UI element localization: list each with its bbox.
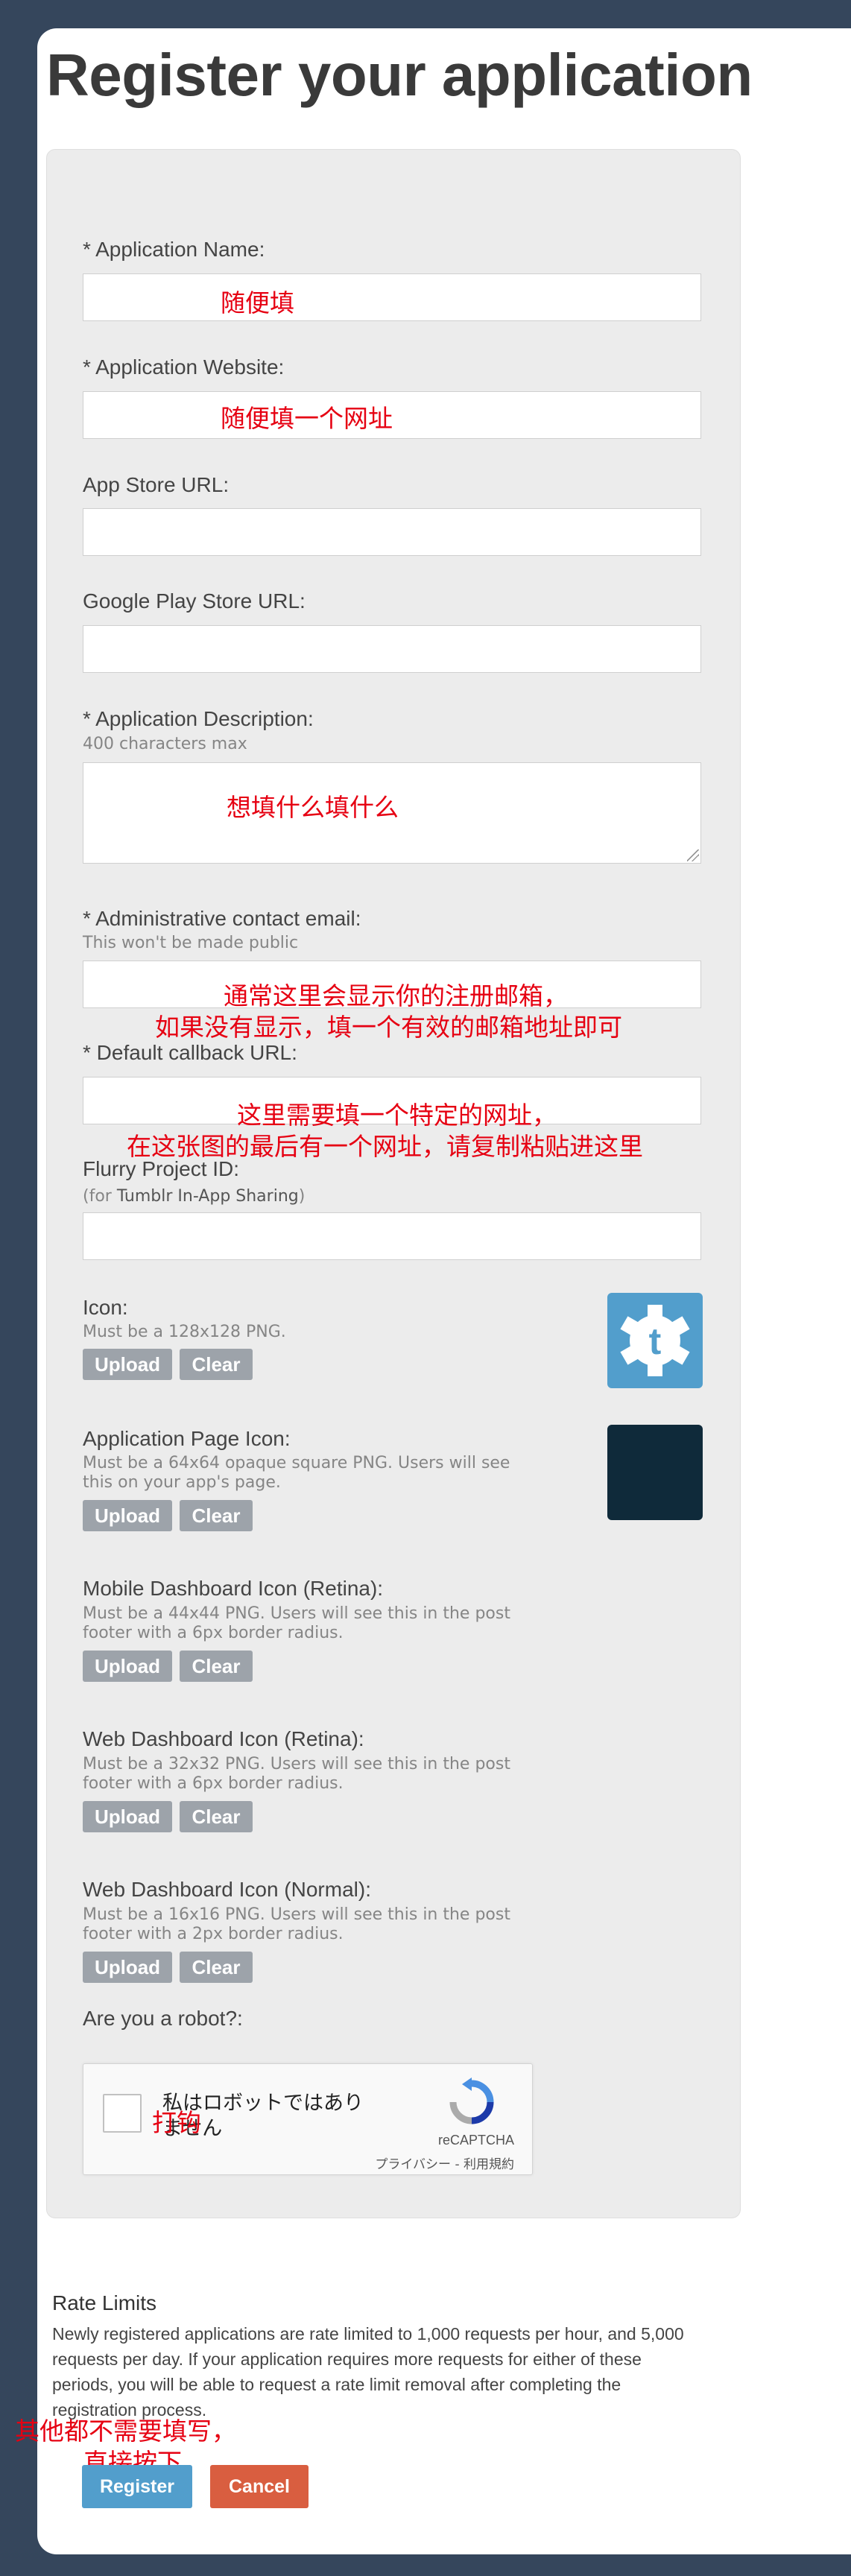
mobile-dashboard-icon-clear-button[interactable]: Clear bbox=[180, 1651, 253, 1682]
google-play-url-input[interactable] bbox=[83, 625, 701, 673]
web-dashboard-retina-icon-upload-button[interactable]: Upload bbox=[83, 1801, 172, 1832]
rate-limits-title: Rate Limits bbox=[52, 2291, 157, 2314]
icon-hint: Must be a 128x128 PNG. bbox=[83, 1323, 286, 1341]
captcha-question: Are you a robot?: bbox=[83, 2007, 243, 2030]
web-dashboard-normal-icon-upload-button[interactable]: Upload bbox=[83, 1952, 172, 1983]
app-page-icon-preview bbox=[607, 1425, 703, 1520]
description-hint: 400 characters max bbox=[83, 735, 247, 753]
annotation-callback-1: 这里需要填一个特定的网址， bbox=[237, 1101, 557, 1130]
page-title: Register your application bbox=[46, 42, 753, 108]
app-page-icon-label: Application Page Icon: bbox=[83, 1427, 291, 1450]
web-dashboard-normal-icon-hint: Must be a 16x16 PNG. Users will see this… bbox=[83, 1905, 510, 1943]
annotation-website: 随便填一个网址 bbox=[221, 404, 393, 433]
annotation-name: 随便填 bbox=[221, 288, 294, 317]
app-name-input[interactable] bbox=[83, 273, 701, 321]
app-page-icon-clear-button[interactable]: Clear bbox=[180, 1500, 253, 1531]
annotation-captcha: 打钩 bbox=[152, 2108, 201, 2137]
rate-limits-text: Newly registered applications are rate l… bbox=[52, 2324, 684, 2420]
callback-url-label: * Default callback URL: bbox=[83, 1041, 297, 1064]
app-website-label: * Application Website: bbox=[83, 355, 285, 379]
app-page-icon-upload-button[interactable]: Upload bbox=[83, 1500, 172, 1531]
web-dashboard-normal-icon-label: Web Dashboard Icon (Normal): bbox=[83, 1878, 371, 1901]
tumblr-icon: t bbox=[607, 1293, 703, 1388]
svg-text:t: t bbox=[649, 1320, 662, 1362]
register-button[interactable]: Register bbox=[82, 2465, 192, 2508]
annotation-callback-2: 在这张图的最后有一个网址，请复制粘贴进这里 bbox=[127, 1132, 643, 1161]
icon-upload-button[interactable]: Upload bbox=[83, 1349, 172, 1380]
annotation-bottom-1: 其他都不需要填写， bbox=[15, 2417, 236, 2446]
recaptcha-links[interactable]: プライバシー - 利用規約 bbox=[375, 2153, 514, 2172]
web-dashboard-retina-icon-clear-button[interactable]: Clear bbox=[180, 1801, 253, 1832]
app-name-label: * Application Name: bbox=[83, 238, 265, 261]
app-store-url-input[interactable] bbox=[83, 508, 701, 556]
google-play-url-label: Google Play Store URL: bbox=[83, 589, 306, 613]
cancel-button[interactable]: Cancel bbox=[210, 2465, 309, 2508]
flurry-hint: (for Tumblr In-App Sharing) bbox=[83, 1187, 306, 1206]
registration-form: * Application Name: * Application Websit… bbox=[46, 149, 741, 2218]
app-store-url-label: App Store URL: bbox=[83, 473, 230, 496]
web-dashboard-retina-icon-label: Web Dashboard Icon (Retina): bbox=[83, 1727, 364, 1750]
mobile-dashboard-icon-label: Mobile Dashboard Icon (Retina): bbox=[83, 1577, 384, 1600]
recaptcha-logo-icon bbox=[449, 2077, 494, 2124]
annotation-description: 想填什么填什么 bbox=[227, 793, 399, 822]
resize-handle-icon[interactable] bbox=[687, 849, 699, 861]
app-page-icon-hint: Must be a 64x64 opaque square PNG. Users… bbox=[83, 1454, 510, 1492]
icon-clear-button[interactable]: Clear bbox=[180, 1349, 253, 1380]
web-dashboard-retina-icon-hint: Must be a 32x32 PNG. Users will see this… bbox=[83, 1755, 510, 1793]
admin-email-label: * Administrative contact email: bbox=[83, 907, 361, 930]
mobile-dashboard-icon-upload-button[interactable]: Upload bbox=[83, 1651, 172, 1682]
flurry-input[interactable] bbox=[83, 1212, 701, 1260]
annotation-email-2: 如果没有显示，填一个有效的邮箱地址即可 bbox=[155, 1013, 622, 1042]
annotation-email-1: 通常这里会显示你的注册邮箱， bbox=[224, 981, 568, 1010]
recaptcha-brand: reCAPTCHA bbox=[437, 2133, 514, 2148]
mobile-dashboard-icon-hint: Must be a 44x44 PNG. Users will see this… bbox=[83, 1604, 510, 1642]
description-label: * Application Description: bbox=[83, 707, 314, 730]
captcha-checkbox[interactable] bbox=[103, 2094, 142, 2133]
web-dashboard-normal-icon-clear-button[interactable]: Clear bbox=[180, 1952, 253, 1983]
admin-email-hint: This won't be made public bbox=[83, 934, 299, 952]
icon-label: Icon: bbox=[83, 1296, 128, 1319]
recaptcha-widget: 私はロボットではありません reCAPTCHA プライバシー - 利用規約 bbox=[83, 2063, 533, 2175]
